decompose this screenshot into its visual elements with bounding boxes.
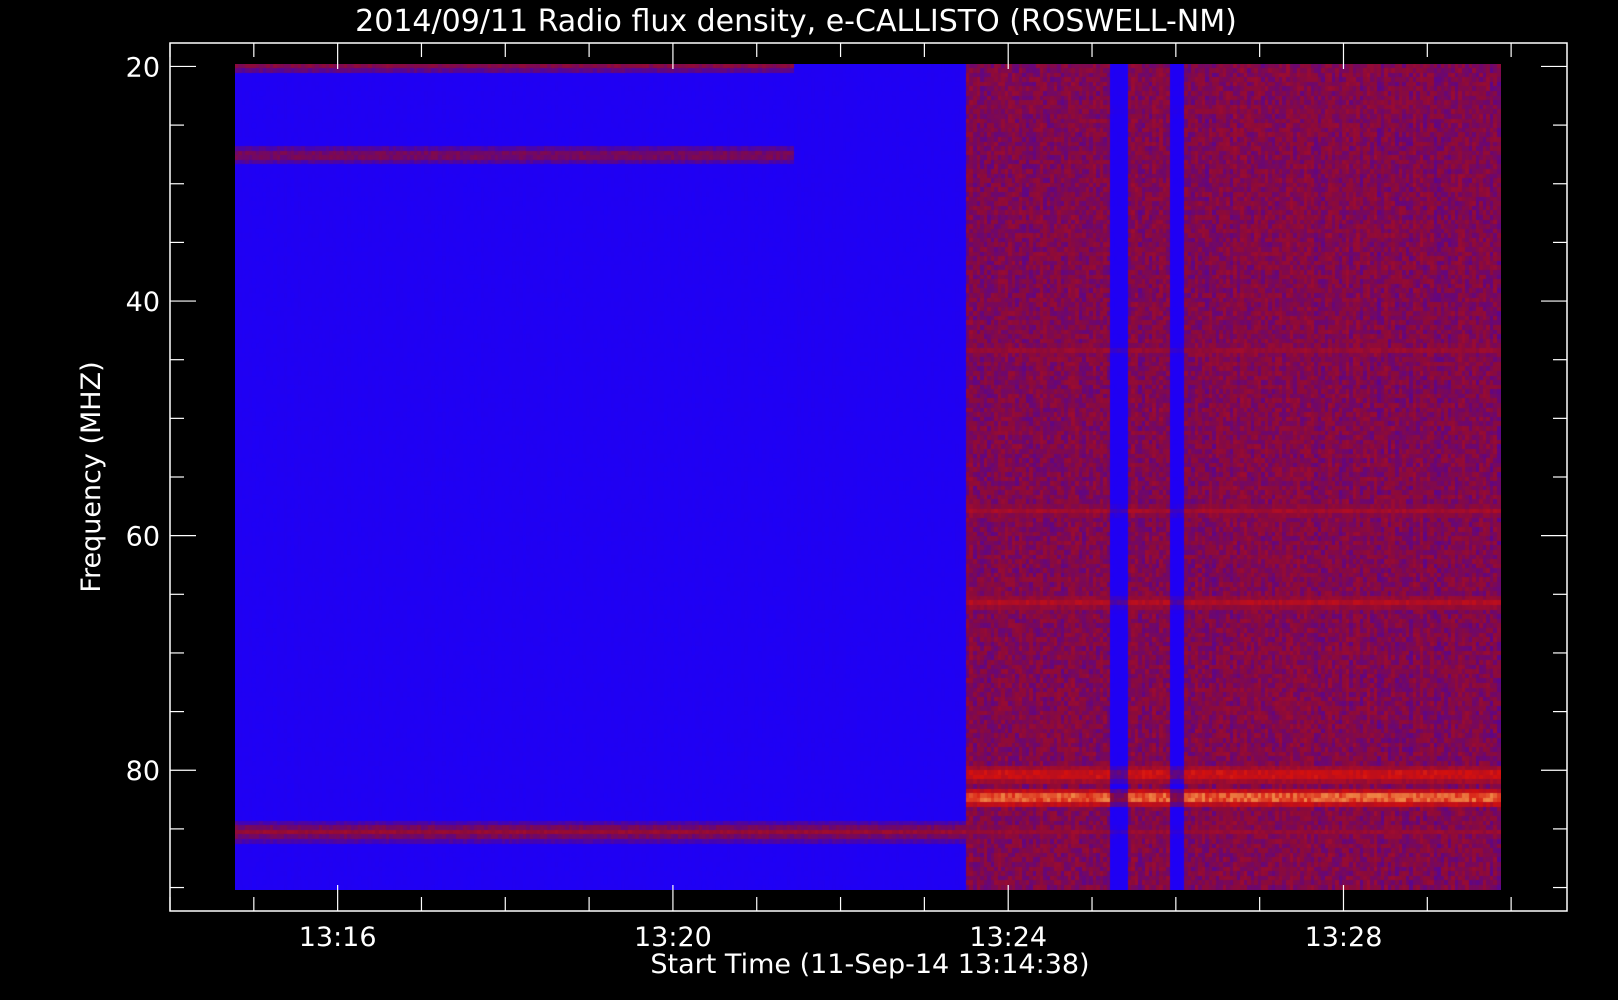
x-axis-label: Start Time (11-Sep-14 13:14:38) xyxy=(650,949,1089,980)
y-tick-label: 80 xyxy=(126,756,160,787)
y-tick-label: 40 xyxy=(126,287,160,318)
spectrogram-chart: 2014/09/11 Radio flux density, e-CALLIST… xyxy=(76,4,1568,980)
chart-title: 2014/09/11 Radio flux density, e-CALLIST… xyxy=(355,4,1237,39)
x-tick-label: 13:28 xyxy=(1305,922,1383,953)
y-axis-label: Frequency (MHZ) xyxy=(76,361,107,592)
y-tick-label: 20 xyxy=(126,52,160,83)
y-tick-label: 60 xyxy=(126,522,160,553)
x-tick-label: 13:16 xyxy=(299,922,377,953)
plot-data-area xyxy=(235,64,1501,890)
